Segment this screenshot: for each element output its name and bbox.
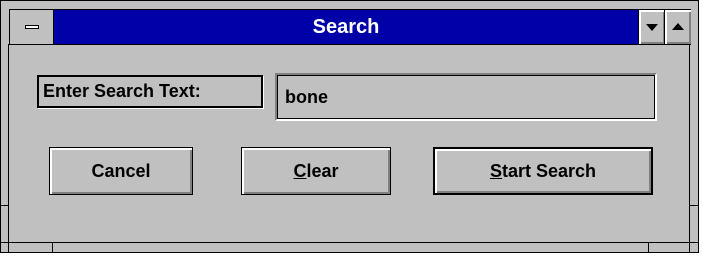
frame-corner-tick: [52, 242, 53, 253]
clear-button[interactable]: Clear: [241, 147, 391, 195]
start-accelerator: S: [489, 161, 502, 181]
start-search-button[interactable]: Start Search: [433, 147, 653, 195]
title-bar: Search: [9, 9, 691, 45]
frame-border-bottom: [0, 242, 699, 243]
clear-accelerator: C: [293, 161, 307, 181]
maximize-arrow-icon: [672, 23, 684, 30]
start-search-label: tart Search: [501, 161, 597, 181]
minimize-arrow-icon: [646, 24, 658, 31]
clear-label: lear: [306, 161, 339, 181]
frame-corner-tick: [648, 242, 649, 253]
search-input[interactable]: [275, 73, 657, 121]
window-title: Search: [312, 16, 380, 38]
system-menu-icon: [25, 25, 39, 29]
cancel-button[interactable]: Cancel: [49, 147, 193, 195]
frame-border-right: [689, 44, 690, 253]
frame-corner-tick: [690, 205, 699, 206]
search-text-label: Enter Search Text:: [37, 75, 263, 108]
frame-corner-tick: [0, 205, 8, 206]
minimize-button[interactable]: [638, 10, 665, 44]
search-dialog: Search Enter Search Text: Cancel Clear S…: [0, 0, 699, 253]
maximize-button[interactable]: [664, 10, 691, 44]
frame-border-left: [8, 44, 9, 253]
system-menu-button[interactable]: [10, 10, 54, 44]
